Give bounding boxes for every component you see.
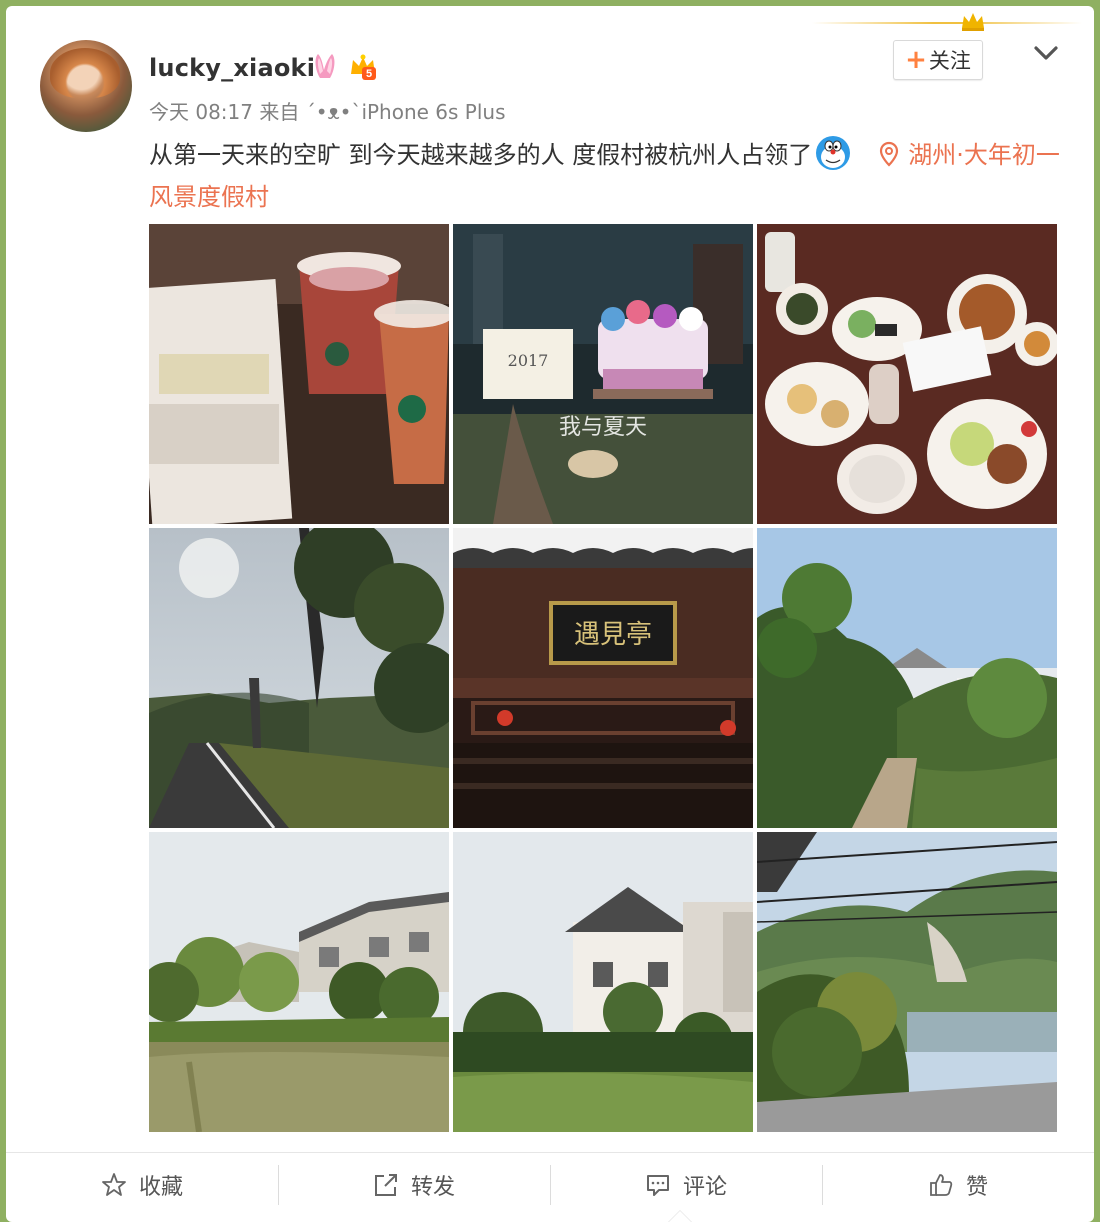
star-icon: [102, 1173, 126, 1196]
repost-label: 转发: [410, 1175, 455, 1200]
photo-mountain-view[interactable]: [757, 832, 1057, 1132]
thumbs-up-icon: [930, 1174, 953, 1196]
plus-icon: +: [905, 45, 927, 75]
photo-2017-cake[interactable]: 2017 我与夏天: [453, 224, 753, 524]
share-icon: [374, 1174, 397, 1196]
photo-villa-lawn[interactable]: [453, 832, 753, 1132]
favorite-button[interactable]: 收藏: [6, 1153, 278, 1217]
post-meta: 今天 08:17 来自 ´•ᴥ•`iPhone 6s Plus: [149, 100, 506, 124]
chevron-down-icon[interactable]: [1032, 42, 1060, 64]
username[interactable]: lucky_xiaoki: [149, 54, 315, 82]
post-content: 从第一天来的空旷 到今天越来越多的人 度假村被杭州人占领了 湖州·大年初一风景度…: [149, 134, 1064, 218]
photo-grid: 2017 我与夏天 遇見亭: [149, 224, 1057, 1132]
photo-pond-villas[interactable]: [149, 832, 449, 1132]
like-button[interactable]: 赞: [822, 1153, 1094, 1217]
action-bar: 收藏 转发 评论 赞: [6, 1152, 1094, 1217]
photo-garden-path[interactable]: [757, 528, 1057, 828]
weibo-post-card: lucky_xiaoki 5 今天 08:17 来自 ´•ᴥ•`iPhone 6…: [6, 6, 1094, 1222]
follow-label: 关注: [928, 49, 971, 73]
rabbit-badge-icon: [315, 54, 335, 78]
comment-pointer-arrow: [668, 1210, 692, 1222]
svg-text:我与夏天: 我与夏天: [559, 415, 647, 440]
svg-text:5: 5: [366, 68, 372, 80]
vip-crown-icon: 5: [351, 54, 376, 80]
follow-button[interactable]: + 关注: [893, 40, 983, 80]
repost-button[interactable]: 转发: [278, 1153, 550, 1217]
like-label: 赞: [965, 1175, 988, 1200]
location-pin-icon: [880, 141, 899, 167]
decorative-gold-line: [812, 22, 1082, 24]
photo-starbucks-drinks[interactable]: [149, 224, 449, 524]
photo-breakfast-table[interactable]: [757, 224, 1057, 524]
comment-label: 评论: [682, 1175, 727, 1200]
svg-text:遇見亭: 遇見亭: [574, 620, 652, 650]
post-text: 从第一天来的空旷 到今天越来越多的人 度假村被杭州人占领了: [149, 141, 813, 169]
photo-road-trees[interactable]: [149, 528, 449, 828]
avatar[interactable]: [40, 40, 132, 132]
crown-icon: [962, 13, 984, 31]
photo-pavilion-sign[interactable]: 遇見亭: [453, 528, 753, 828]
svg-text:2017: 2017: [508, 351, 549, 370]
favorite-label: 收藏: [138, 1175, 183, 1200]
comment-icon: [646, 1175, 669, 1196]
comment-button[interactable]: 评论: [550, 1153, 822, 1217]
doraemon-emoji-icon: [816, 136, 851, 170]
